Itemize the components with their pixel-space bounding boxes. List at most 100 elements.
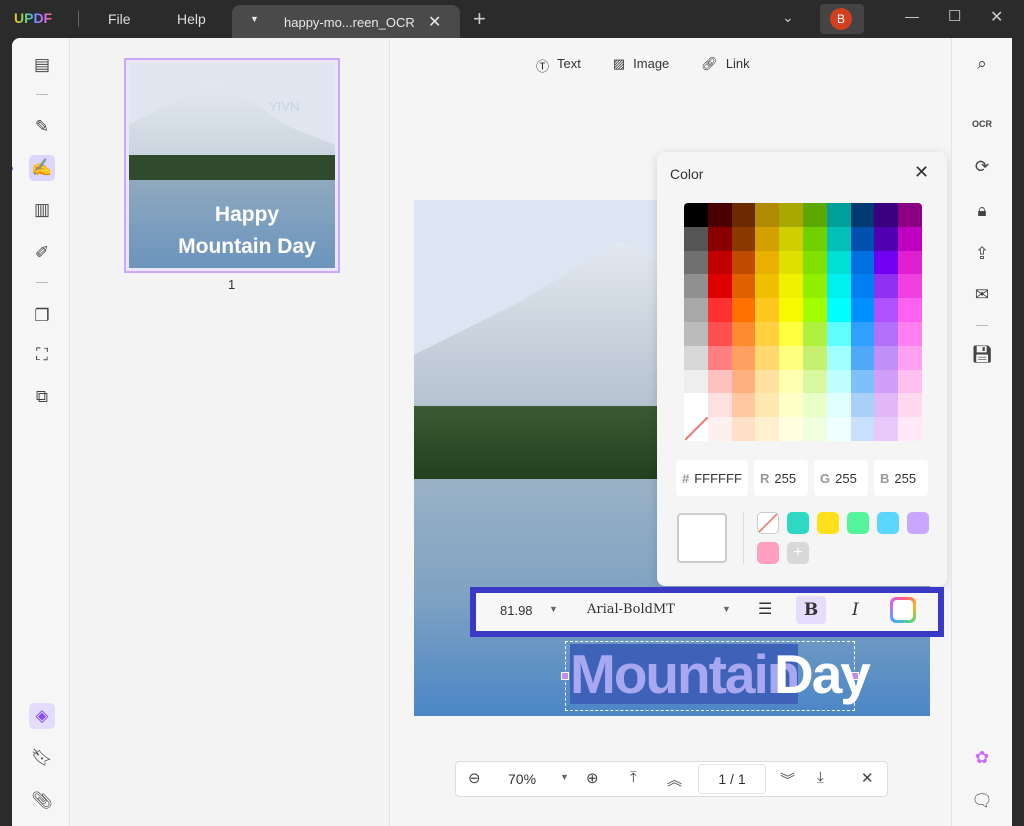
crop-icon[interactable]: ⛶	[29, 342, 55, 368]
color-swatch[interactable]	[731, 321, 756, 346]
blue-input[interactable]: B 255	[874, 460, 928, 496]
color-swatch[interactable]	[779, 321, 803, 346]
color-swatch[interactable]	[707, 369, 732, 394]
protect-icon[interactable]: 🔒︎	[969, 198, 995, 224]
color-swatch[interactable]	[707, 298, 732, 322]
edit-pdf-icon[interactable]: ✍	[29, 155, 55, 181]
color-swatch[interactable]	[826, 250, 851, 275]
sign-icon[interactable]: ✐	[29, 240, 55, 266]
color-swatch[interactable]	[826, 345, 851, 370]
color-swatch[interactable]	[707, 226, 732, 251]
color-swatch[interactable]	[755, 393, 780, 418]
color-swatch[interactable]	[802, 369, 827, 394]
color-swatch[interactable]	[826, 417, 851, 441]
color-swatch[interactable]	[755, 345, 780, 370]
insert-image-button[interactable]: ▨ Image	[613, 56, 669, 75]
color-swatch[interactable]	[731, 393, 756, 418]
color-swatch[interactable]	[898, 298, 922, 322]
color-swatch[interactable]	[874, 345, 899, 370]
color-swatch[interactable]	[874, 393, 899, 418]
share-icon[interactable]: ⇪	[969, 241, 995, 267]
color-swatch[interactable]	[826, 321, 851, 346]
comment-icon[interactable]: 🗨︎	[969, 788, 995, 814]
color-swatch[interactable]	[826, 226, 851, 251]
color-swatch[interactable]	[898, 393, 922, 418]
color-swatch[interactable]	[874, 369, 899, 394]
color-swatch[interactable]	[684, 393, 708, 418]
color-swatch[interactable]	[850, 203, 875, 227]
layers-icon[interactable]: ◈	[29, 703, 55, 729]
window-close-icon[interactable]: ✕	[990, 7, 1003, 27]
color-swatch[interactable]	[874, 274, 899, 299]
color-swatch[interactable]	[684, 298, 708, 322]
color-swatch[interactable]	[684, 226, 708, 251]
color-swatch[interactable]	[874, 298, 899, 322]
color-swatch[interactable]	[684, 250, 708, 275]
font-size-dropdown-icon[interactable]: ▼	[549, 604, 558, 614]
color-swatch[interactable]	[731, 298, 756, 322]
color-swatch[interactable]	[850, 393, 875, 418]
color-swatch[interactable]	[826, 274, 851, 299]
account-button[interactable]: B	[820, 4, 864, 34]
color-swatch[interactable]	[755, 250, 780, 275]
color-swatch[interactable]	[898, 345, 922, 370]
highlighter-icon[interactable]: ✎	[29, 114, 55, 140]
bold-button[interactable]: B	[796, 596, 826, 624]
color-swatch[interactable]	[731, 369, 756, 394]
font-name-value[interactable]: Arial-BoldMT	[587, 602, 675, 617]
color-swatch[interactable]	[802, 345, 827, 370]
last-page-icon[interactable]: ⤓	[817, 769, 824, 786]
previous-page-icon[interactable]: ︽	[667, 769, 682, 790]
color-swatch[interactable]	[850, 226, 875, 251]
recent-color-swatch[interactable]	[847, 512, 869, 534]
maximize-icon[interactable]: ☐	[948, 7, 961, 25]
color-swatch[interactable]	[850, 321, 875, 346]
zoom-dropdown-icon[interactable]: ▼	[560, 772, 569, 782]
italic-button[interactable]: I	[852, 600, 859, 620]
next-page-icon[interactable]: ︾	[780, 769, 795, 790]
color-swatch[interactable]	[826, 393, 851, 418]
color-swatch[interactable]	[802, 417, 827, 441]
color-swatch[interactable]	[684, 321, 708, 346]
color-swatch[interactable]	[898, 417, 922, 441]
color-swatch[interactable]	[755, 298, 780, 322]
insert-link-button[interactable]: 🔗︎ Link	[701, 56, 749, 75]
color-swatch[interactable]	[779, 298, 803, 322]
color-swatch[interactable]	[755, 203, 780, 227]
color-swatch[interactable]	[874, 250, 899, 275]
color-swatch[interactable]	[707, 393, 732, 418]
font-size-value[interactable]: 81.98	[500, 603, 533, 618]
hex-input[interactable]: # FFFFFF	[676, 460, 748, 496]
color-swatch[interactable]	[707, 250, 732, 275]
color-swatch[interactable]	[850, 298, 875, 322]
close-icon[interactable]: ✕	[914, 162, 929, 183]
color-swatch[interactable]	[802, 321, 827, 346]
color-swatch[interactable]	[826, 369, 851, 394]
text[interactable]: Day	[774, 644, 871, 704]
color-swatch[interactable]	[755, 274, 780, 299]
search-icon[interactable]: ⌕	[969, 51, 995, 77]
color-swatch[interactable]	[684, 345, 708, 370]
no-color-swatch[interactable]	[684, 417, 708, 441]
color-swatch[interactable]	[731, 250, 756, 275]
page-thumbnail[interactable]: YIVN Happy Mountain Day	[124, 58, 340, 273]
color-swatch[interactable]	[684, 369, 708, 394]
first-page-icon[interactable]: ⤒	[630, 769, 637, 786]
color-swatch[interactable]	[779, 393, 803, 418]
color-swatch[interactable]	[684, 203, 708, 227]
color-swatch[interactable]	[874, 203, 899, 227]
color-swatch[interactable]	[850, 345, 875, 370]
color-swatch[interactable]	[826, 203, 851, 227]
color-swatch[interactable]	[826, 298, 851, 322]
color-swatch[interactable]	[731, 417, 756, 441]
zoom-level[interactable]: 70%	[508, 771, 536, 787]
color-swatch[interactable]	[802, 226, 827, 251]
attachment-icon[interactable]: 📎︎	[29, 788, 55, 814]
page-input[interactable]: 1 / 1	[698, 764, 766, 794]
organize-pages-icon[interactable]: ❐	[29, 303, 55, 329]
color-swatch[interactable]	[898, 203, 922, 227]
color-swatch[interactable]	[731, 345, 756, 370]
tab-close-icon[interactable]: ✕	[428, 12, 441, 32]
color-swatch[interactable]	[755, 321, 780, 346]
no-color-swatch[interactable]	[757, 512, 779, 534]
